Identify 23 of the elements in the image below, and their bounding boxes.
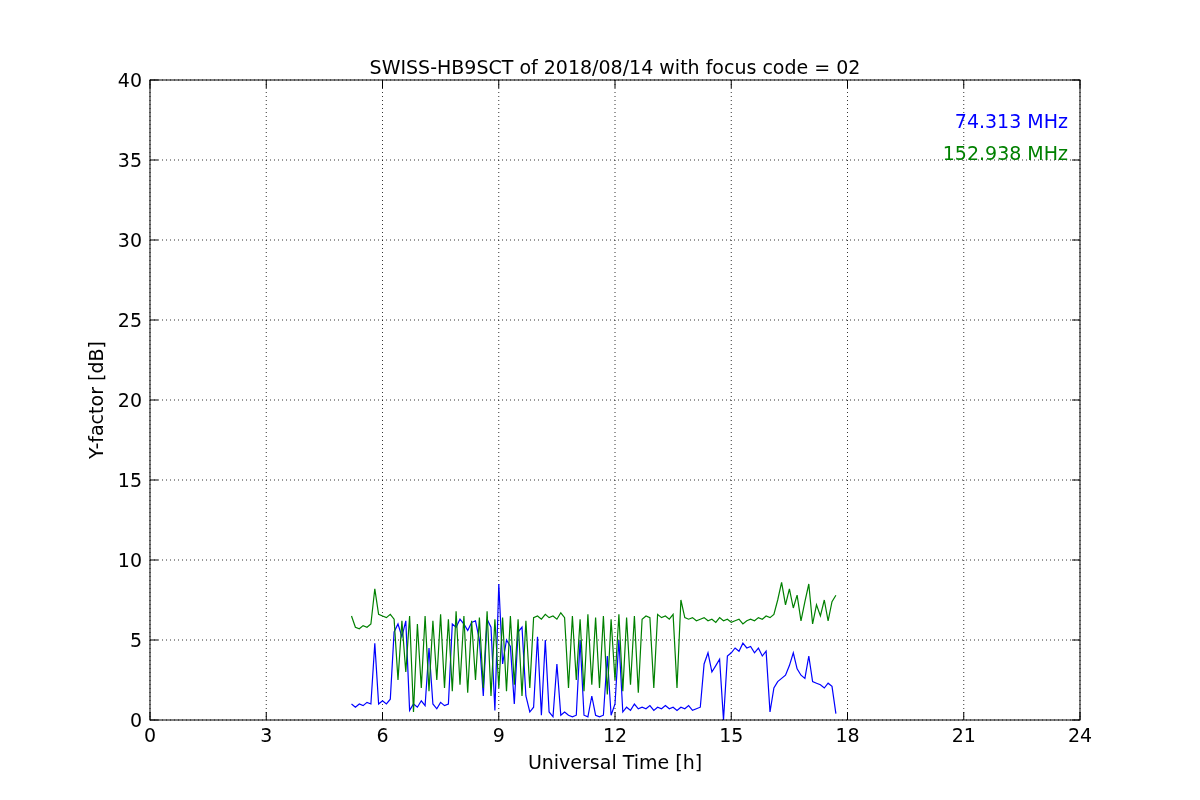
y-tick-label: 35 — [117, 149, 142, 171]
chart-title: SWISS-HB9SCT of 2018/08/14 with focus code = 02 — [369, 56, 861, 78]
x-tick-label: 6 — [376, 724, 389, 746]
x-tick-label: 24 — [1067, 724, 1093, 746]
y-tick-label: 20 — [117, 389, 142, 411]
x-tick-label: 18 — [835, 724, 860, 746]
legend-label: 152.938 MHz — [942, 142, 1068, 164]
x-axis-label: Universal Time [h] — [527, 751, 703, 773]
y-tick-label: 0 — [129, 709, 142, 731]
x-tick-label: 15 — [719, 724, 744, 746]
y-tick-label: 10 — [117, 549, 142, 571]
x-tick-label: 9 — [492, 724, 505, 746]
x-tick-label: 3 — [260, 724, 273, 746]
y-axis-label: Y-factor [dB] — [85, 341, 107, 459]
x-tick-label: 12 — [602, 724, 628, 746]
y-tick-label: 5 — [129, 629, 142, 651]
x-tick-label: 21 — [951, 724, 976, 746]
y-tick-label: 40 — [117, 69, 142, 91]
y-tick-label: 25 — [117, 309, 142, 331]
legend-label: 74.313 MHz — [954, 110, 1068, 132]
x-tick-label: 0 — [143, 724, 157, 746]
y-tick-label: 30 — [117, 229, 142, 251]
y-tick-label: 15 — [117, 469, 142, 491]
